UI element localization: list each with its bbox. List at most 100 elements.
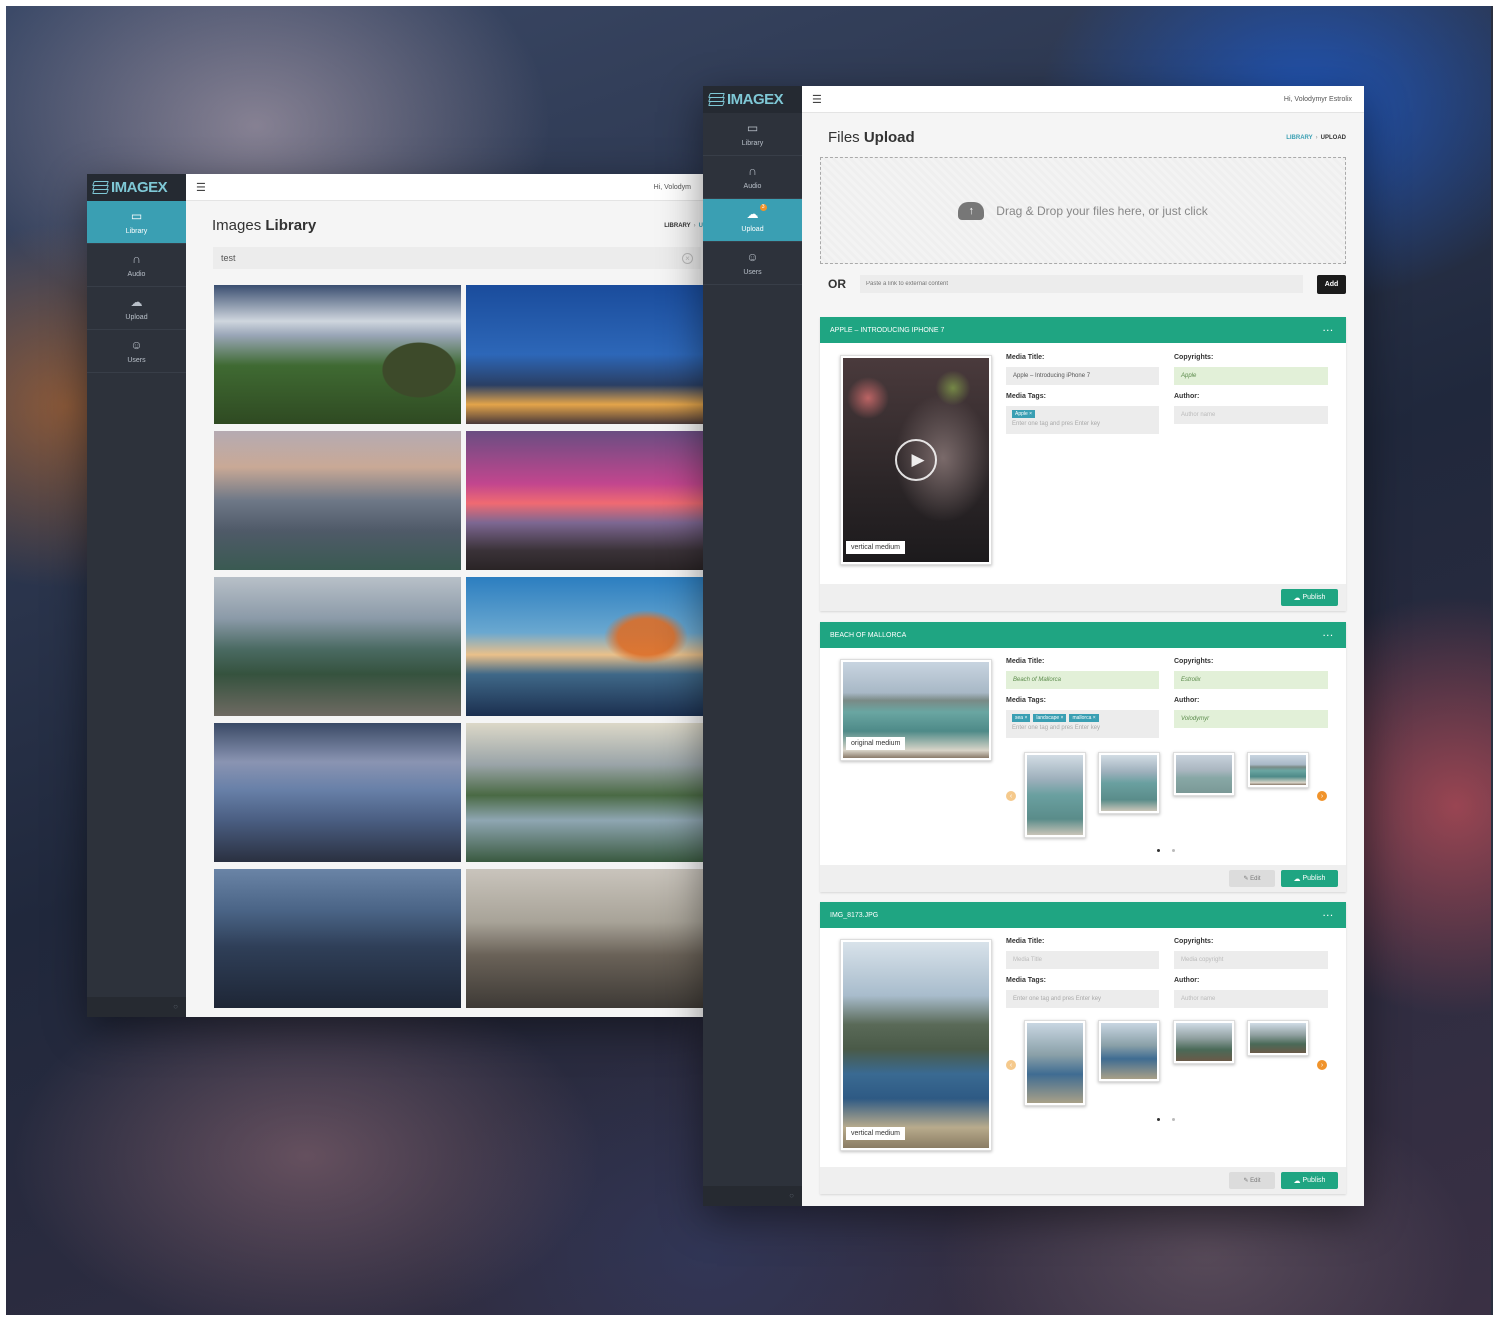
copyrights-input[interactable]: Media copyright <box>1174 951 1328 969</box>
sidebar-item-audio[interactable]: ∩ Audio <box>703 156 802 199</box>
logo-icon <box>708 92 725 107</box>
sidebar-item-upload[interactable]: ☁ Upload <box>87 287 186 330</box>
breadcrumb-library-link[interactable]: LIBRARY <box>1286 135 1312 141</box>
sidebar-item-label: Audio <box>743 182 762 190</box>
image-thumb-bridge[interactable] <box>466 577 703 716</box>
page-title: Files Upload <box>828 129 915 146</box>
image-thumb-mountains[interactable] <box>214 577 461 716</box>
clear-search-icon[interactable]: × <box>682 252 693 264</box>
edit-label: Edit <box>1250 1177 1261 1184</box>
sidebar-item-audio[interactable]: ∩ Audio <box>87 244 186 287</box>
size-tag: vertical medium <box>846 1127 906 1140</box>
carousel-thumb[interactable] <box>1098 1020 1160 1082</box>
image-thumb-misty-lake[interactable] <box>466 723 703 862</box>
publish-button[interactable]: ☁ Publish <box>1281 1172 1338 1189</box>
cloud-icon: ☁ <box>1293 1177 1303 1185</box>
carousel-next-icon[interactable]: › <box>1317 791 1327 801</box>
media-tags-input[interactable]: Apple × Enter one tag and pres Enter key <box>1006 406 1159 434</box>
media-tags-label: Media Tags: <box>1006 977 1046 984</box>
media-title-input[interactable]: Apple – Introducing iPhone 7 <box>1006 367 1159 385</box>
card-title: BEACH OF MALLORCA <box>830 631 907 639</box>
copyrights-input[interactable]: Apple <box>1174 367 1328 385</box>
logo-text: IMAGEX <box>727 91 784 108</box>
search-field[interactable]: test × <box>213 247 701 269</box>
carousel-thumb[interactable] <box>1098 752 1160 814</box>
search-input[interactable]: test <box>221 253 236 263</box>
publish-button[interactable]: ☁ Publish <box>1281 870 1338 887</box>
card-footer: ☁ Publish <box>820 584 1346 611</box>
sidebar-item-library[interactable]: ▭ Library <box>87 201 186 244</box>
card-menu-icon[interactable]: ··· <box>1323 326 1334 335</box>
author-input[interactable]: Author name <box>1174 406 1328 424</box>
image-thumb-old-town[interactable] <box>466 869 703 1008</box>
logo-text: IMAGEX <box>111 179 168 196</box>
title-bold: Upload <box>863 129 915 146</box>
media-tags-input[interactable]: sea × landscape × mallorca × Enter one t… <box>1006 710 1159 738</box>
user-greeting[interactable]: Hi, Volodymyr Estrolix <box>1284 96 1352 103</box>
author-input[interactable]: Volodymyr <box>1174 710 1328 728</box>
carousel-thumb[interactable] <box>1247 1020 1309 1056</box>
library-content: Images Library LIBRARY › U test × <box>186 201 703 1017</box>
carousel-thumb[interactable] <box>1247 752 1309 788</box>
edit-button[interactable]: ✎ Edit <box>1229 870 1275 887</box>
image-icon: ▭ <box>746 120 759 135</box>
carousel-thumb[interactable] <box>1024 1020 1086 1106</box>
sidebar-item-upload[interactable]: ☁ 3 Upload <box>703 199 802 242</box>
author-input[interactable]: Author name <box>1174 990 1328 1008</box>
card-menu-icon[interactable]: ··· <box>1323 911 1334 920</box>
menu-icon[interactable]: ☰ <box>196 181 206 194</box>
carousel-prev-icon[interactable]: ‹ <box>1006 1060 1016 1070</box>
edit-icon: ✎ <box>1243 876 1251 882</box>
page-header: Files Upload LIBRARY › UPLOAD <box>828 129 1346 146</box>
media-title-label: Media Title: <box>1006 658 1045 665</box>
tag-chip[interactable]: sea × <box>1012 714 1031 722</box>
menu-icon[interactable]: ☰ <box>812 93 822 106</box>
media-title-input[interactable]: Media Title <box>1006 951 1159 969</box>
size-tag: vertical medium <box>846 541 906 554</box>
sidebar-item-users[interactable]: ☺ Users <box>703 242 802 285</box>
circle-icon: ○ <box>789 1191 794 1200</box>
sidebar-item-label: Users <box>127 356 146 364</box>
sidebar-item-users[interactable]: ☺ Users <box>87 330 186 373</box>
carousel-thumb[interactable] <box>1024 752 1086 838</box>
carousel-pager[interactable] <box>1157 849 1175 852</box>
card-menu-icon[interactable]: ··· <box>1323 631 1334 640</box>
breadcrumb-current: LIBRARY <box>664 222 691 229</box>
sidebar-item-label: Library <box>125 227 148 235</box>
image-thumb-kuala-lumpur[interactable] <box>466 285 703 424</box>
tag-chip[interactable]: mallorca × <box>1069 714 1099 722</box>
external-link-input[interactable] <box>860 275 1303 293</box>
media-preview[interactable]: vertical medium <box>840 939 992 1151</box>
media-tags-input[interactable]: Enter one tag and pres Enter key <box>1006 990 1159 1008</box>
image-thumb-coast-road[interactable] <box>214 723 461 862</box>
image-thumb-sunset-beach[interactable] <box>466 431 703 570</box>
sidebar: IMAGEX ▭ Library ∩ Audio ☁ 3 Upload ☺ Use… <box>703 86 802 1206</box>
carousel-next-icon[interactable]: › <box>1317 1060 1327 1070</box>
image-thumb-valley[interactable] <box>214 285 461 424</box>
add-link-button[interactable]: Add <box>1317 274 1346 294</box>
carousel-thumb[interactable] <box>1173 752 1235 796</box>
media-title-label: Media Title: <box>1006 354 1045 361</box>
media-title-input[interactable]: Beach of Mallorca <box>1006 671 1159 689</box>
card-title: APPLE – INTRODUCING IPHONE 7 <box>830 326 945 334</box>
user-greeting[interactable]: Hi, Volodym <box>654 184 691 191</box>
library-window: IMAGEX ▭ Library ∩ Audio ☁ Upload ☺ User… <box>87 174 703 1017</box>
file-dropzone[interactable]: ↑ Drag & Drop your files here, or just c… <box>820 157 1346 264</box>
image-thumbnail: original medium <box>843 662 989 758</box>
carousel-prev-icon[interactable]: ‹ <box>1006 791 1016 801</box>
media-preview[interactable]: ▶ vertical medium <box>840 355 992 565</box>
play-icon[interactable]: ▶ <box>895 439 937 481</box>
publish-button[interactable]: ☁ Publish <box>1281 589 1338 606</box>
media-preview[interactable]: original medium <box>840 659 992 761</box>
copyrights-input[interactable]: Estrolix <box>1174 671 1328 689</box>
image-thumb-tokyo[interactable] <box>214 431 461 570</box>
carousel-pager[interactable] <box>1157 1118 1175 1121</box>
carousel-thumb[interactable] <box>1173 1020 1235 1064</box>
image-thumb-new-york[interactable] <box>214 869 461 1008</box>
upload-window: IMAGEX ▭ Library ∩ Audio ☁ 3 Upload ☺ Use… <box>703 86 1364 1206</box>
sidebar-item-library[interactable]: ▭ Library <box>703 113 802 156</box>
tag-chip[interactable]: landscape × <box>1033 714 1067 722</box>
tags-placeholder: Enter one tag and pres Enter key <box>1012 725 1101 731</box>
tag-chip[interactable]: Apple × <box>1012 410 1036 418</box>
edit-button[interactable]: ✎ Edit <box>1229 1172 1275 1189</box>
